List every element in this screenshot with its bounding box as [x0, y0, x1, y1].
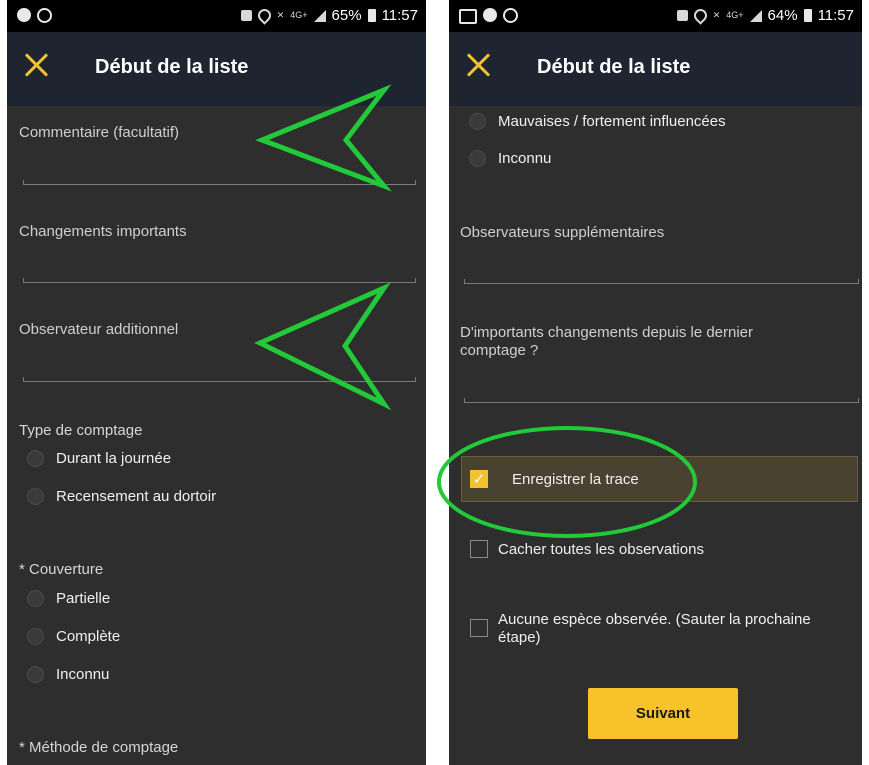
whatsapp-icon [37, 8, 52, 23]
battery-percent: 64% [767, 7, 798, 24]
page-title: Début de la liste [537, 56, 691, 78]
radio-label: Inconnu [498, 150, 552, 167]
radio-button[interactable] [27, 628, 44, 645]
comment-field-label: Commentaire (facultatif) [19, 124, 180, 141]
radio-button[interactable] [469, 113, 486, 130]
radio-button[interactable] [27, 666, 44, 683]
observer-input[interactable] [23, 377, 416, 382]
system-icons: ✕ 4G+ 64% 11:57 [676, 6, 854, 25]
clock: 11:57 [381, 7, 418, 24]
network-4g-icon: 4G+ [726, 10, 744, 20]
status-bar: ✕ 4G+ 65% 11:57 [7, 0, 426, 32]
notification-icons [459, 8, 518, 24]
location-icon [255, 6, 274, 25]
no-species-checkbox[interactable] [470, 619, 488, 637]
image-icon [459, 9, 477, 24]
changes-field-label: Changements importants [19, 223, 187, 240]
clock: 11:57 [817, 7, 854, 24]
battery-percent: 65% [331, 7, 362, 24]
radio-complete[interactable]: Complète [27, 628, 120, 645]
extra-observers-label: Observateurs supplémentaires [460, 224, 665, 241]
comment-input[interactable] [23, 180, 416, 185]
sim-icon [676, 10, 688, 21]
method-label: * Méthode de comptage [19, 739, 179, 756]
changes-input[interactable] [23, 278, 416, 283]
radio-label: Partielle [56, 590, 111, 607]
left-screen: ✕ 4G+ 65% 11:57 Début de la liste Commen… [7, 0, 426, 765]
location-icon [691, 6, 710, 25]
observer-field-label: Observateur additionnel [19, 321, 179, 338]
radio-label: Inconnu [56, 666, 110, 683]
radio-poor-influenced[interactable]: Mauvaises / fortement influencées [469, 113, 726, 130]
radio-roost[interactable]: Recensement au dortoir [27, 488, 216, 505]
messenger-icon [17, 8, 31, 22]
notification-icons [17, 8, 52, 23]
radio-button[interactable] [27, 488, 44, 505]
radio-label: Durant la journée [56, 450, 172, 467]
record-track-checkbox[interactable]: ✓ [470, 470, 488, 488]
radio-unknown[interactable]: Inconnu [469, 150, 551, 167]
extra-observers-input[interactable] [464, 279, 859, 284]
hide-observations-label: Cacher toutes les observations [498, 541, 704, 558]
radio-partial[interactable]: Partielle [27, 590, 110, 607]
app-bar: Début de la liste [449, 32, 862, 106]
radio-button[interactable] [27, 590, 44, 607]
signal-icon [749, 9, 762, 22]
whatsapp-icon [503, 8, 518, 23]
battery-icon [367, 9, 376, 22]
check-icon: ✓ [472, 470, 486, 488]
status-bar: ✕ 4G+ 64% 11:57 [449, 0, 862, 32]
battery-icon [803, 9, 812, 22]
changes-question-input[interactable] [464, 398, 859, 403]
no-species-label: Aucune espèce observée. (Sauter la proch… [498, 611, 811, 646]
radio-label: Recensement au dortoir [56, 488, 217, 505]
system-icons: ✕ 4G+ 65% 11:57 [240, 6, 418, 25]
mute-icon: ✕ [712, 10, 721, 20]
close-icon[interactable] [466, 52, 492, 78]
changes-question-label: D'importants changements depuis le derni… [460, 324, 754, 359]
messenger-icon [483, 8, 497, 22]
radio-unknown[interactable]: Inconnu [27, 666, 109, 683]
mute-icon: ✕ [276, 10, 285, 20]
radio-daytime[interactable]: Durant la journée [27, 450, 171, 467]
page-title: Début de la liste [95, 56, 249, 78]
radio-label: Mauvaises / fortement influencées [498, 113, 726, 130]
sim-icon [240, 10, 252, 21]
signal-icon [313, 9, 326, 22]
radio-button[interactable] [27, 450, 44, 467]
close-icon[interactable] [24, 52, 50, 78]
next-button[interactable]: Suivant [588, 688, 738, 739]
radio-label: Complète [56, 628, 121, 645]
right-screen: ✕ 4G+ 64% 11:57 Début de la liste Mauvai… [449, 0, 862, 765]
coverage-label: * Couverture [19, 561, 104, 578]
network-4g-icon: 4G+ [290, 10, 308, 20]
count-type-label: Type de comptage [19, 422, 143, 439]
hide-observations-checkbox[interactable] [470, 540, 488, 558]
record-track-label: Enregistrer la trace [512, 471, 639, 488]
radio-button[interactable] [469, 150, 486, 167]
app-bar: Début de la liste [7, 32, 426, 106]
